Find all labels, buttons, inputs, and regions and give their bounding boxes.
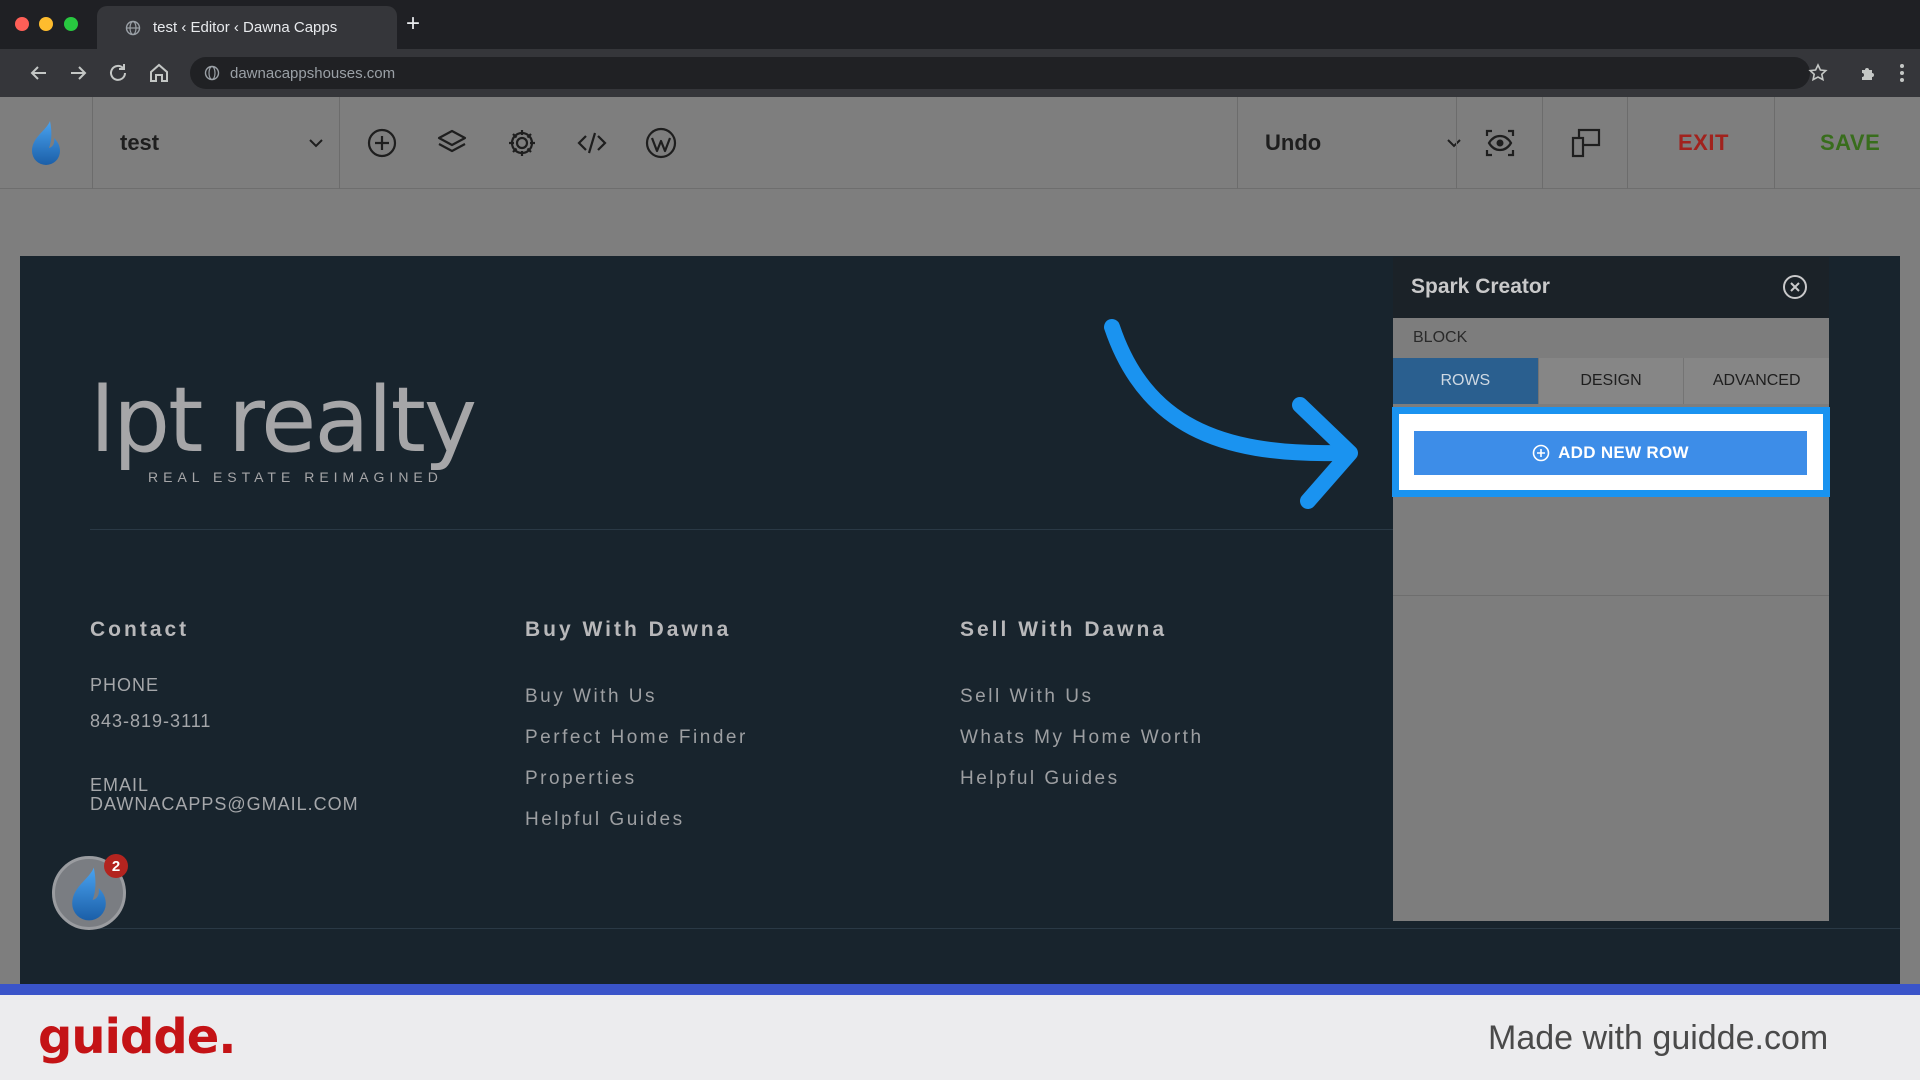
reload-icon[interactable] xyxy=(106,61,130,85)
footer-link[interactable]: Whats My Home Worth xyxy=(960,727,1204,749)
chevron-down-icon xyxy=(309,139,323,148)
home-icon[interactable] xyxy=(147,61,171,85)
spark-creator-panel: Spark Creator BLOCK ROWS DESIGN ADVANCED xyxy=(1393,257,1830,921)
toolbar-separator xyxy=(92,97,93,189)
exit-button[interactable]: EXIT xyxy=(1678,97,1729,189)
notification-badge: 2 xyxy=(104,854,128,878)
panel-title: Spark Creator xyxy=(1411,275,1550,298)
address-bar[interactable]: dawnacappshouses.com xyxy=(190,57,1810,89)
extensions-puzzle-icon[interactable] xyxy=(1857,61,1881,85)
footer-link[interactable]: Helpful Guides xyxy=(960,768,1120,790)
block-section-label: BLOCK xyxy=(1413,329,1468,346)
new-tab-button[interactable]: + xyxy=(406,12,420,36)
toolbar-separator xyxy=(1237,97,1238,189)
tab-title: test ‹ Editor ‹ Dawna Capps xyxy=(153,19,338,36)
wordpress-icon[interactable] xyxy=(645,127,677,159)
site-info-icon[interactable] xyxy=(204,65,220,81)
close-window-button[interactable] xyxy=(15,17,29,31)
add-element-plus-icon[interactable] xyxy=(366,127,398,159)
url-text: dawnacappshouses.com xyxy=(230,64,396,82)
phone-label: PHONE xyxy=(90,675,160,695)
video-progress-bar[interactable] xyxy=(0,984,1920,995)
save-button[interactable]: SAVE xyxy=(1820,97,1880,189)
footer-link[interactable]: Perfect Home Finder xyxy=(525,727,748,749)
tab-design[interactable]: DESIGN xyxy=(1537,358,1684,404)
maximize-window-button[interactable] xyxy=(64,17,78,31)
footer-link[interactable]: Buy With Us xyxy=(525,686,657,708)
layers-icon[interactable] xyxy=(436,127,468,159)
settings-gear-icon[interactable] xyxy=(506,127,538,159)
logo-wordmark: lpt realty xyxy=(90,368,477,473)
toolbar-separator xyxy=(339,97,340,189)
undo-dropdown[interactable]: Undo xyxy=(1265,97,1463,189)
page-selector-label: test xyxy=(120,130,160,155)
toolbar-separator xyxy=(1774,97,1775,189)
page-selector[interactable]: test xyxy=(120,97,325,189)
buy-heading: Buy With Dawna xyxy=(525,618,732,641)
sell-heading: Sell With Dawna xyxy=(960,618,1168,641)
pointer-arrow-icon xyxy=(1104,319,1358,509)
editor-toolbar: test Undo EXIT SAVE xyxy=(0,97,1920,189)
panel-header: Spark Creator xyxy=(1393,257,1829,318)
forward-arrow-icon[interactable] xyxy=(66,61,90,85)
browser-navbar: dawnacappshouses.com xyxy=(0,49,1920,97)
panel-divider xyxy=(1393,595,1829,596)
add-circle-icon xyxy=(1532,444,1550,462)
footer-link[interactable]: Helpful Guides xyxy=(525,809,685,831)
undo-label: Undo xyxy=(1265,130,1322,155)
footer-divider xyxy=(90,928,1900,929)
email-address[interactable]: DAWNACAPPS@GMAIL.COM xyxy=(90,794,359,815)
email-label: EMAIL xyxy=(90,775,150,795)
add-new-row-label: ADD NEW ROW xyxy=(1558,443,1689,462)
bookmark-star-icon[interactable] xyxy=(1806,61,1830,85)
contact-heading: Contact xyxy=(90,618,190,641)
guidde-logo: guidde. xyxy=(38,1009,236,1065)
made-with-guidde-text: Made with guidde.com xyxy=(1488,1019,1829,1057)
browser-menu-icon[interactable] xyxy=(1890,61,1914,85)
add-new-row-button[interactable]: ADD NEW ROW xyxy=(1414,431,1807,475)
guidde-footer: guidde. Made with guidde.com xyxy=(0,995,1920,1080)
browser-titlebar: test ‹ Editor ‹ Dawna Capps + xyxy=(0,0,1920,49)
lpt-realty-logo: lpt realty REAL ESTATE REIMAGINED xyxy=(90,368,477,486)
phone-number[interactable]: 843-819-3111 xyxy=(90,711,211,732)
back-arrow-icon[interactable] xyxy=(27,61,51,85)
close-icon[interactable] xyxy=(1781,273,1809,301)
tab-advanced[interactable]: ADVANCED xyxy=(1683,358,1830,404)
globe-icon xyxy=(125,20,141,35)
spark-flame-logo-icon[interactable] xyxy=(26,119,66,167)
panel-tabs: ROWS DESIGN ADVANCED xyxy=(1393,358,1830,404)
preview-eye-icon[interactable] xyxy=(1484,127,1516,159)
toolbar-separator xyxy=(1542,97,1543,189)
toolbar-separator xyxy=(1627,97,1628,189)
footer-divider xyxy=(90,529,1420,530)
tab-rows[interactable]: ROWS xyxy=(1393,358,1538,404)
code-icon[interactable] xyxy=(576,127,608,159)
chevron-down-icon xyxy=(1447,139,1461,148)
footer-link[interactable]: Properties xyxy=(525,768,637,790)
responsive-devices-icon[interactable] xyxy=(1570,127,1602,159)
footer-link[interactable]: Sell With Us xyxy=(960,686,1093,708)
browser-tab[interactable]: test ‹ Editor ‹ Dawna Capps xyxy=(97,6,397,49)
minimize-window-button[interactable] xyxy=(39,17,53,31)
logo-tagline: REAL ESTATE REIMAGINED xyxy=(148,469,443,485)
toolbar-separator xyxy=(1456,97,1457,189)
